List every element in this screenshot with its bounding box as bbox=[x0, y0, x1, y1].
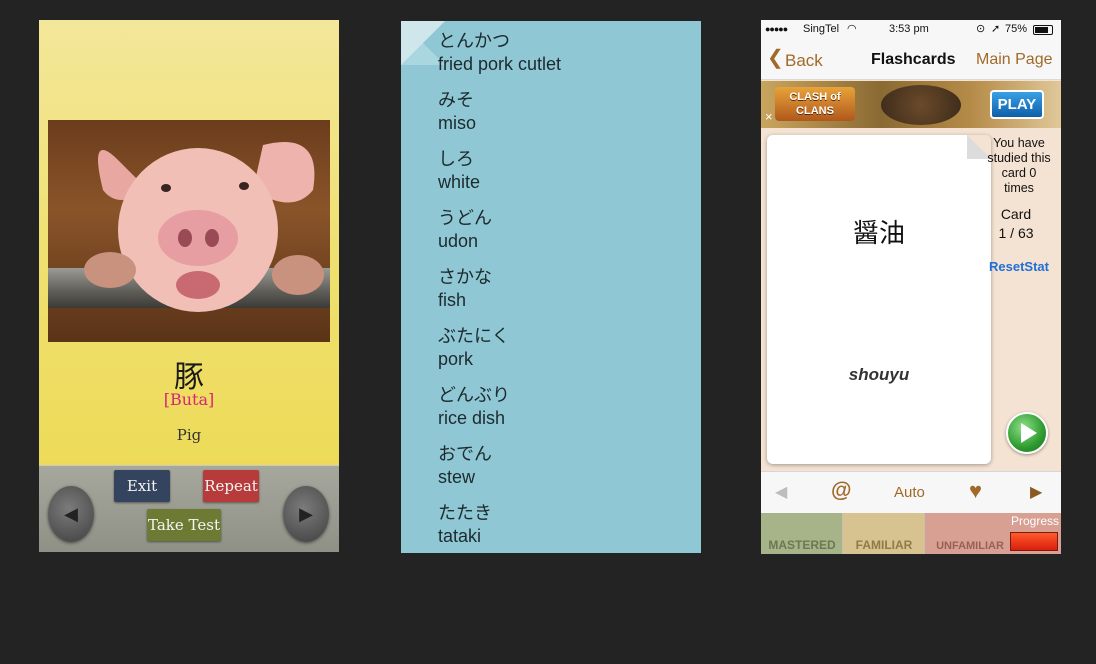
list-item[interactable]: しろ white bbox=[438, 149, 480, 193]
english-text: fried pork cutlet bbox=[438, 54, 562, 74]
previous-button[interactable]: ◀ bbox=[48, 486, 94, 542]
vocabulary-list-screen: とんかつ fried pork cutlet みそ miso しろ white … bbox=[401, 21, 701, 553]
english-text: miso bbox=[438, 113, 477, 133]
previous-card-icon[interactable]: ◀ bbox=[775, 482, 787, 502]
auto-button[interactable]: Auto bbox=[894, 484, 925, 501]
kana-text: うどん bbox=[438, 208, 492, 229]
kana-text: ぶたにく bbox=[438, 326, 510, 347]
at-sign-button[interactable]: @ bbox=[831, 479, 851, 503]
english-text: tataki bbox=[438, 526, 482, 546]
triangle-left-icon: ◀ bbox=[64, 503, 78, 525]
location-arrow-icon: ➚ bbox=[991, 23, 1001, 35]
unfamiliar-label: UNFAMILIAR bbox=[936, 540, 1004, 552]
progress-bar bbox=[1010, 532, 1058, 551]
play-button[interactable] bbox=[1006, 412, 1048, 454]
orientation-lock-icon: ⊙ bbox=[976, 23, 986, 35]
next-button[interactable]: ▶ bbox=[283, 486, 329, 542]
list-item[interactable]: うどん udon bbox=[438, 208, 492, 252]
ad-play-button[interactable]: PLAY bbox=[990, 90, 1044, 119]
english-text: udon bbox=[438, 231, 479, 251]
kana-text: たたき bbox=[438, 503, 492, 524]
chevron-left-icon[interactable]: ❮ bbox=[767, 48, 784, 68]
card-romaji: shouyu bbox=[848, 365, 910, 384]
list-item[interactable]: みそ miso bbox=[438, 90, 476, 134]
triangle-right-icon: ▶ bbox=[299, 503, 313, 525]
battery-icon bbox=[1033, 25, 1053, 35]
mastered-tab[interactable]: MASTERED bbox=[761, 513, 843, 554]
reset-stat-button[interactable]: ResetStat bbox=[981, 259, 1057, 274]
kana-text: どんぶり bbox=[438, 385, 510, 406]
carrier-text: SingTel bbox=[803, 23, 840, 35]
card-toolbar: ◀ @ Auto ♥ ▶ bbox=[761, 471, 1061, 513]
english-text: pork bbox=[438, 349, 474, 369]
list-item[interactable]: とんかつ fried pork cutlet bbox=[438, 31, 561, 75]
exit-button[interactable]: Exit bbox=[114, 470, 170, 502]
english-text: white bbox=[438, 172, 481, 192]
familiar-tab[interactable]: FAMILIAR bbox=[843, 513, 925, 554]
list-item[interactable]: おでん stew bbox=[438, 444, 492, 488]
pig-photo bbox=[48, 120, 330, 342]
flashcard[interactable]: 醤油 shouyu bbox=[767, 135, 991, 464]
pig-flashcard-screen: 豚 [Buta] Pig ◀ ▶ Exit Repeat Take Test bbox=[39, 20, 339, 552]
battery-percent: 75% bbox=[1005, 23, 1028, 35]
navigation-bar: ❮ Back Flashcards Main Page bbox=[761, 40, 1061, 80]
kana-text: しろ bbox=[438, 149, 474, 170]
ad-brand-logo: CLASH of CLANS bbox=[775, 87, 855, 121]
flashcards-screen: ●●●●● SingTel ◠ 3:53 pm ⊙ ➚ 75% ❮ Back F… bbox=[761, 20, 1061, 554]
wifi-icon: ◠ bbox=[847, 23, 857, 35]
studied-count-text: You have studied this card 0 times bbox=[987, 136, 1051, 195]
kana-text: みそ bbox=[438, 90, 474, 111]
next-card-icon[interactable]: ▶ bbox=[1030, 482, 1042, 502]
repeat-button[interactable]: Repeat bbox=[203, 470, 259, 502]
kana-text: さかな bbox=[438, 267, 492, 288]
english-text: rice dish bbox=[438, 408, 506, 428]
progress-label: Progress bbox=[1010, 514, 1059, 528]
card-position: 1 / 63 bbox=[998, 225, 1034, 241]
page-title: Flashcards bbox=[871, 51, 956, 68]
kana-text: おでん bbox=[438, 444, 492, 465]
card-word: 醤油 bbox=[852, 218, 905, 248]
list-item[interactable]: さかな fish bbox=[438, 267, 492, 311]
kana-text: とんかつ bbox=[438, 31, 510, 52]
favorite-heart-button[interactable]: ♥ bbox=[969, 478, 982, 504]
ad-banner[interactable]: CLASH of CLANS PLAY × bbox=[761, 81, 1061, 128]
unfamiliar-tab[interactable]: UNFAMILIAR Progress bbox=[925, 513, 1061, 554]
status-bar: ●●●●● SingTel ◠ 3:53 pm ⊙ ➚ 75% bbox=[761, 20, 1061, 40]
english-text: stew bbox=[438, 467, 476, 487]
familiar-label: FAMILIAR bbox=[855, 538, 913, 552]
ad-character-image bbox=[881, 85, 961, 125]
status-time: 3:53 pm bbox=[889, 23, 929, 35]
signal-dots-icon: ●●●●● bbox=[765, 24, 788, 34]
meaning-text: Pig bbox=[176, 426, 202, 444]
mastered-label: MASTERED bbox=[768, 538, 836, 552]
list-item[interactable]: ぶたにく pork bbox=[438, 326, 510, 370]
category-bar: MASTERED FAMILIAR UNFAMILIAR Progress bbox=[761, 513, 1061, 554]
main-page-button[interactable]: Main Page bbox=[976, 51, 1053, 69]
reading-text: [Buta] bbox=[163, 390, 215, 409]
back-button[interactable]: Back bbox=[785, 51, 823, 71]
english-text: fish bbox=[438, 290, 467, 310]
take-test-button[interactable]: Take Test bbox=[147, 509, 221, 541]
list-item[interactable]: どんぶり rice dish bbox=[438, 385, 510, 429]
list-item[interactable]: たたき tataki bbox=[438, 503, 492, 547]
pig-illustration bbox=[84, 142, 324, 312]
ad-close-icon[interactable]: × bbox=[765, 109, 773, 124]
play-icon bbox=[1021, 423, 1037, 443]
card-label: Card bbox=[1000, 206, 1032, 222]
